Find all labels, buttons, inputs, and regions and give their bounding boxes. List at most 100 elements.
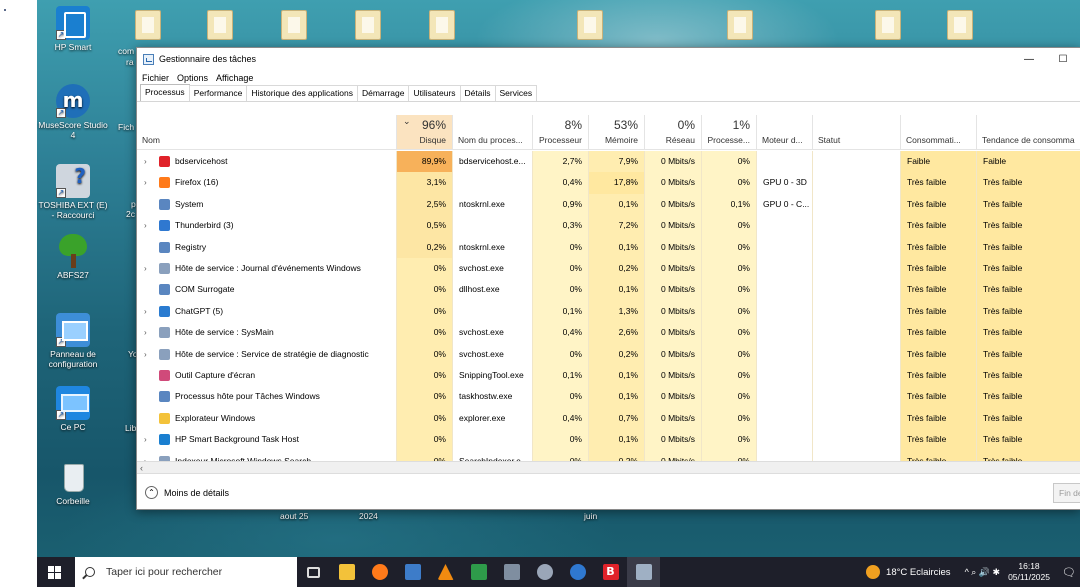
menu-fichier[interactable]: Fichier xyxy=(142,73,169,83)
taskbar-search-box[interactable]: Taper ici pour rechercher xyxy=(75,557,297,587)
expand-chevron-icon[interactable]: › xyxy=(144,301,147,322)
expand-chevron-icon[interactable]: › xyxy=(144,451,147,461)
table-row[interactable]: COM Surrogate 0% dllhost.exe 0% 0,1% 0 Mbits/… xyxy=(137,279,1080,301)
paint-icon[interactable] xyxy=(528,557,561,587)
start-button[interactable] xyxy=(37,557,71,587)
desktop-icon-hp-smart[interactable]: ↗ HP Smart xyxy=(37,6,109,52)
column-header-memoire[interactable]: 53% Mémoire xyxy=(589,115,645,150)
table-row[interactable]: › ChatGPT (5) 0% 0,1% 1,3% 0 Mbits/s 0% Très fa… xyxy=(137,300,1080,323)
table-row[interactable]: Processus hôte pour Tâches Windows 0% task… xyxy=(137,386,1080,408)
horizontal-scrollbar[interactable]: ‹ xyxy=(137,461,1080,473)
desktop-icon-musescore[interactable]: ↗ MuseScore Studio 4 xyxy=(37,84,109,140)
expand-chevron-icon[interactable]: › xyxy=(144,215,147,236)
thunderbird-icon[interactable] xyxy=(561,557,594,587)
table-row[interactable]: › Hôte de service : SysMain 0% svchost.exe 0… xyxy=(137,322,1080,344)
column-header-statut[interactable]: Statut xyxy=(813,115,901,150)
less-details-button[interactable]: ⌃ Moins de détails xyxy=(145,486,229,499)
desktop-file-icon[interactable] xyxy=(429,10,455,40)
column-header-nom[interactable]: Nom xyxy=(137,115,397,150)
tray-icons[interactable]: ^ ⌕ 🔊 ✱ xyxy=(965,567,1001,578)
cell-engine xyxy=(757,258,813,280)
tab-performance[interactable]: Performance xyxy=(188,85,248,101)
expand-chevron-icon[interactable]: › xyxy=(144,429,147,450)
desktop-file-icon[interactable] xyxy=(281,10,307,40)
cell-status xyxy=(813,386,901,408)
column-header-processeur[interactable]: 8% Processeur xyxy=(533,115,589,150)
desktop-icon-this-pc[interactable]: ↗ Ce PC xyxy=(37,386,109,432)
column-header-reseau[interactable]: 0% Réseau xyxy=(645,115,702,150)
table-row[interactable]: Explorateur Windows 0% explorer.exe 0,4% 0,7… xyxy=(137,407,1080,430)
spreadsheet-icon[interactable] xyxy=(462,557,495,587)
vlc-icon[interactable] xyxy=(429,557,462,587)
weather-widget[interactable]: 18°C Eclaircies xyxy=(866,565,951,579)
expand-chevron-icon[interactable]: › xyxy=(144,151,147,172)
table-row[interactable]: › Firefox (16) 3,1% 0,4% 17,8% 0 Mbits/s 0% GPU… xyxy=(137,172,1080,194)
table-row[interactable]: ›Indexeur Microsoft Windows Search0%Sear… xyxy=(137,450,1080,461)
cell-status xyxy=(813,236,901,258)
cell-power: Très faible xyxy=(901,215,977,237)
task-view-icon[interactable] xyxy=(297,557,330,587)
desktop-file-icon[interactable] xyxy=(135,10,161,40)
table-row[interactable]: › HP Smart Background Task Host 0% 0% 0,1% 0 … xyxy=(137,429,1080,451)
expand-chevron-icon[interactable]: › xyxy=(144,258,147,279)
cell-engine xyxy=(757,386,813,408)
notification-center-icon[interactable]: 🗨 xyxy=(1058,557,1080,587)
bitdefender-icon[interactable]: B xyxy=(594,557,627,587)
column-header-tendance[interactable]: Tendance de consomma xyxy=(977,115,1080,150)
clock[interactable]: 16:18 05/11/2025 xyxy=(1008,561,1050,583)
tab-services[interactable]: Services xyxy=(494,85,538,101)
tab-details[interactable]: Détails xyxy=(459,85,496,101)
cell-status xyxy=(813,429,901,451)
cell-disk: 89,9% xyxy=(397,151,453,173)
cell-cpu: 0,4% xyxy=(533,172,589,194)
desktop-file-icon[interactable] xyxy=(875,10,901,40)
expand-chevron-icon[interactable]: › xyxy=(144,172,147,193)
task-manager-taskbar-icon[interactable] xyxy=(627,557,660,587)
process-name-cell: › Hôte de service : Journal d'événements … xyxy=(137,258,397,280)
tab-historique[interactable]: Historique des applications xyxy=(246,85,358,101)
file-explorer-icon[interactable] xyxy=(330,557,363,587)
tab-processus[interactable]: Processus xyxy=(140,84,190,101)
end-task-button[interactable]: Fin de xyxy=(1053,483,1080,503)
desktop-icon-control-panel[interactable]: ↗ Panneau de configuration xyxy=(37,313,109,369)
desktop-icon-recycle-bin[interactable]: Corbeille xyxy=(37,460,109,506)
table-row[interactable]: › Thunderbird (3) 0,5% 0,3% 7,2% 0 Mbits/s 0% T… xyxy=(137,215,1080,237)
menu-options[interactable]: Options xyxy=(177,73,208,83)
table-row[interactable]: › bdservicehost 89,9% bdservicehost.e... 2,7… xyxy=(137,151,1080,173)
desktop-file-icon[interactable] xyxy=(207,10,233,40)
desktop-file-icon[interactable] xyxy=(727,10,753,40)
cell-gpu: 0% xyxy=(702,258,757,280)
table-row[interactable]: System 2,5% ntoskrnl.exe 0,9% 0,1% 0 Mbits/s 0… xyxy=(137,193,1080,216)
minimize-button[interactable]: — xyxy=(1012,48,1046,70)
tab-utilisateurs[interactable]: Utilisateurs xyxy=(408,85,461,101)
firefox-icon[interactable] xyxy=(363,557,396,587)
desktop-icon-abfs27[interactable]: ABFS27 xyxy=(37,234,109,280)
maximize-button[interactable]: ☐ xyxy=(1046,48,1080,70)
column-header-disque[interactable]: ⌄ 96% Disque xyxy=(397,115,453,150)
expand-chevron-icon[interactable]: › xyxy=(144,344,147,365)
column-header-moteur[interactable]: Moteur d... xyxy=(757,115,813,150)
notepad-icon[interactable] xyxy=(396,557,429,587)
title-bar[interactable]: Gestionnaire des tâches — ☐ xyxy=(137,48,1080,70)
calculator-icon[interactable] xyxy=(495,557,528,587)
cell-mem: 17,8% xyxy=(589,172,645,194)
table-row[interactable]: Registry 0,2% ntoskrnl.exe 0% 0,1% 0 Mbits/s 0… xyxy=(137,236,1080,258)
tab-demarrage[interactable]: Démarrage xyxy=(356,85,410,101)
table-row[interactable]: › Hôte de service : Journal d'événements … xyxy=(137,258,1080,280)
desktop-file-icon[interactable] xyxy=(947,10,973,40)
expand-chevron-icon[interactable]: › xyxy=(144,322,147,343)
cell-proc: svchost.exe xyxy=(453,322,533,344)
desktop-icon-label: MuseScore Studio 4 xyxy=(38,120,108,140)
column-header-nom-processus[interactable]: Nom du proces... xyxy=(453,115,533,150)
desktop-icon-toshiba[interactable]: ↗ TOSHIBA EXT (E) - Raccourci xyxy=(37,164,109,220)
table-row[interactable]: Outil Capture d'écran 0% SnippingTool.exe 0… xyxy=(137,365,1080,387)
desktop-file-icon[interactable] xyxy=(355,10,381,40)
table-row[interactable]: › Hôte de service : Service de stratégie … xyxy=(137,343,1080,365)
desktop-file-icon[interactable] xyxy=(577,10,603,40)
column-header-gpu[interactable]: 1% Processe... xyxy=(702,115,757,150)
sort-chevron-icon: ⌄ xyxy=(403,116,411,126)
cell-trend: Faible xyxy=(977,151,1080,173)
menu-affichage[interactable]: Affichage xyxy=(216,73,253,83)
column-header-consommation[interactable]: Consommati... xyxy=(901,115,977,150)
cell-cpu: 0,3% xyxy=(533,215,589,237)
